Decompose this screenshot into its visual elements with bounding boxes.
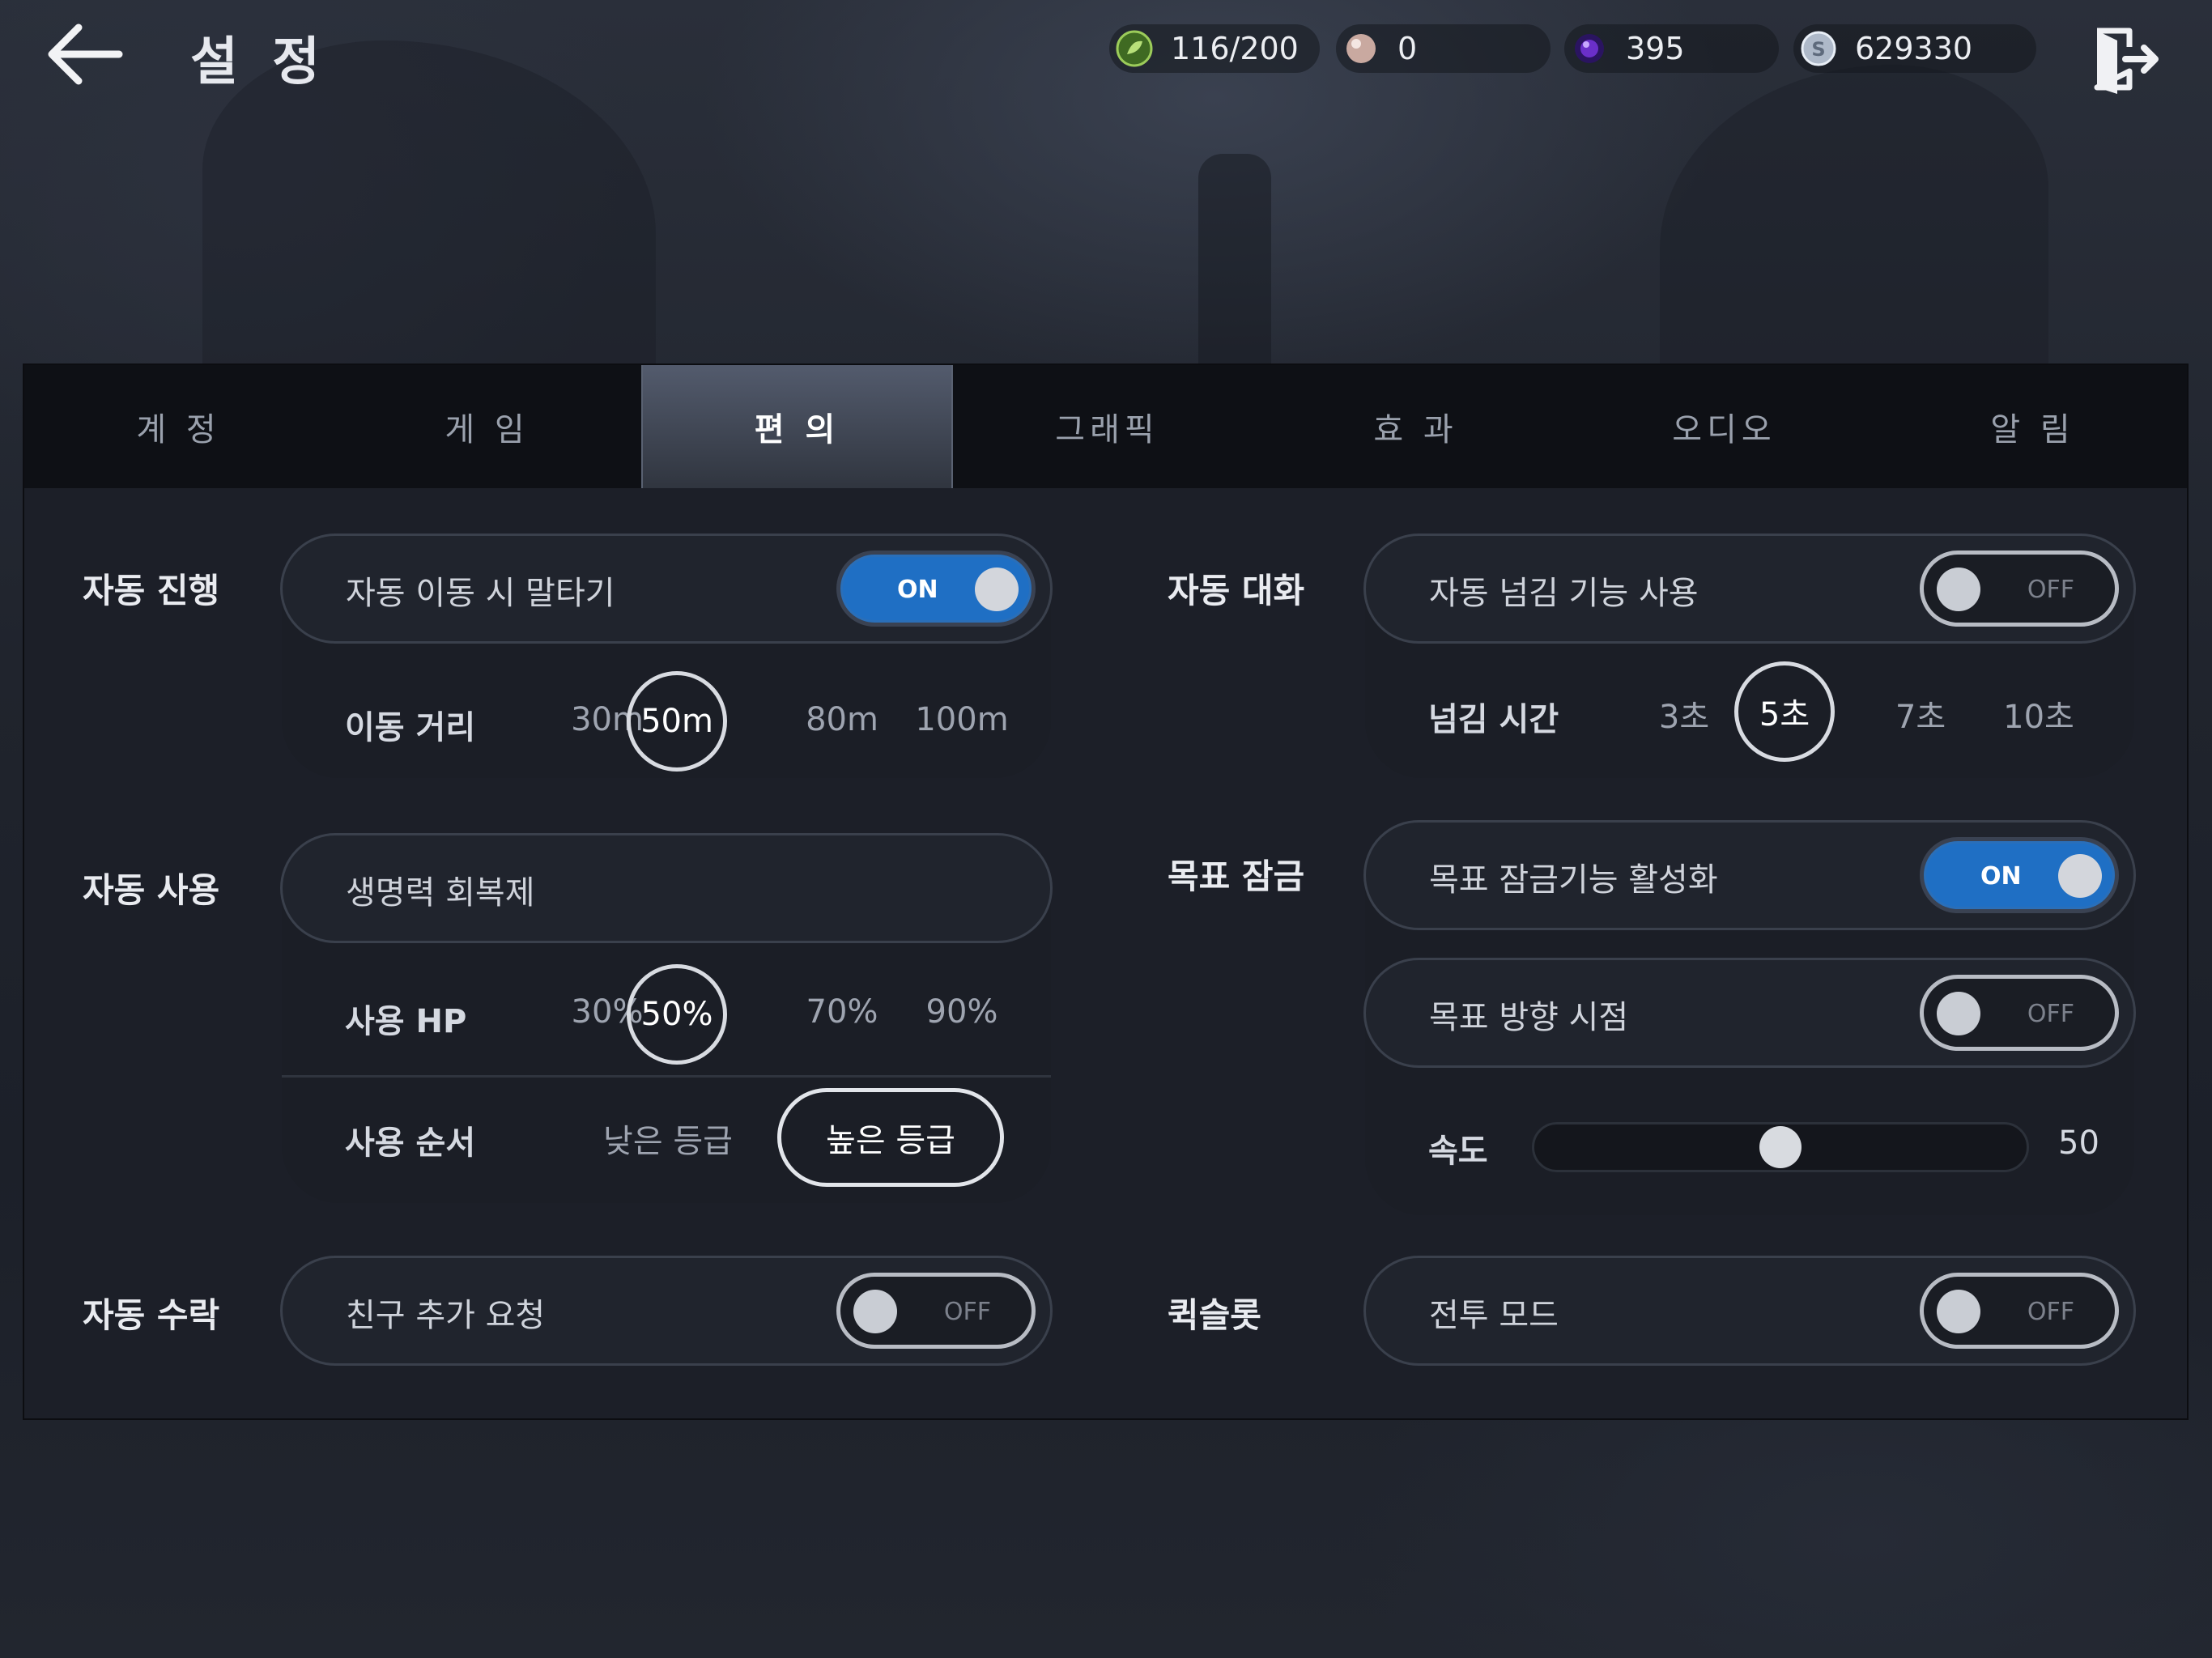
tab-bar: 계 정 게 임 편 의 그래픽 효 과 오디오 알 림	[24, 365, 2187, 488]
distance-option-100m[interactable]: 100m	[913, 701, 1010, 738]
svg-text:S: S	[1811, 38, 1825, 61]
potion-item-label: 생명력 회복제	[346, 874, 535, 912]
currency-value: 116/200	[1171, 31, 1299, 66]
order-option-low[interactable]: 낮은 등급	[575, 1115, 761, 1162]
row-divider	[282, 1075, 1051, 1078]
section-label-auto-use: 자동 사용	[83, 870, 220, 910]
toggle-knob	[853, 1290, 897, 1333]
toggle-knob	[1937, 992, 1980, 1035]
time-option-5s-selected[interactable]: 5초	[1734, 661, 1835, 762]
currency-value: 629330	[1855, 31, 1973, 66]
mount-label: 자동 이동 시 말타기	[346, 575, 615, 612]
currency-value: 0	[1397, 31, 1418, 66]
section-label-auto-accept: 자동 수락	[83, 1295, 220, 1335]
tab-account[interactable]: 계 정	[24, 365, 333, 488]
hp-option-70[interactable]: 70%	[793, 993, 891, 1031]
battle-mode-row: 전투 모드 OFF	[1363, 1256, 2136, 1366]
tab-convenience[interactable]: 편 의	[641, 365, 953, 488]
back-arrow-icon	[48, 23, 123, 85]
exit-door-icon	[2094, 28, 2159, 94]
silver-coin-icon: S	[1801, 31, 1836, 66]
toggle-state-label: OFF	[2027, 576, 2074, 604]
toggle-state-label: OFF	[2027, 1298, 2074, 1326]
distance-option-50m-selected[interactable]: 50m	[627, 671, 727, 772]
target-view-label: 목표 방향 시점	[1429, 999, 1629, 1036]
mount-toggle[interactable]: ON	[836, 551, 1036, 627]
time-option-7s[interactable]: 7초	[1872, 691, 1969, 738]
distance-label: 이동 거리	[345, 709, 476, 746]
speed-value: 50	[2058, 1124, 2099, 1162]
back-button[interactable]	[42, 18, 131, 91]
skip-time-label: 넘김 시간	[1428, 701, 1559, 738]
hp-label: 사용 HP	[345, 1003, 467, 1040]
friend-request-toggle[interactable]: OFF	[836, 1273, 1036, 1349]
speed-label: 속도	[1428, 1133, 1488, 1170]
leaf-emblem-icon	[1116, 30, 1153, 67]
currency-silver: S 629330	[1793, 24, 2036, 73]
page-title: 설 정	[190, 32, 329, 92]
toggle-knob	[1937, 1290, 1980, 1333]
tab-game[interactable]: 게 임	[333, 365, 641, 488]
mount-setting-row: 자동 이동 시 말타기 ON	[280, 534, 1053, 644]
distance-option-80m[interactable]: 80m	[793, 701, 891, 738]
section-label-auto-progress: 자동 진행	[83, 571, 220, 610]
friend-request-label: 친구 추가 요청	[346, 1297, 546, 1334]
toggle-state-label: ON	[897, 576, 938, 604]
potion-item-row[interactable]: 생명력 회복제	[280, 833, 1053, 943]
toggle-knob	[975, 568, 1019, 611]
time-option-10s[interactable]: 10초	[1990, 691, 2087, 738]
target-lock-toggle[interactable]: ON	[1920, 837, 2119, 913]
speed-slider-thumb[interactable]	[1759, 1126, 1802, 1168]
currency-stamina: 116/200	[1109, 24, 1320, 73]
currency-gem: 395	[1564, 24, 1779, 73]
section-label-auto-dialog: 자동 대화	[1168, 571, 1305, 610]
battle-mode-toggle[interactable]: OFF	[1920, 1273, 2119, 1349]
section-label-quick-slot: 퀵슬롯	[1168, 1295, 1261, 1335]
exit-button[interactable]	[2089, 23, 2162, 96]
target-lock-label: 목표 잠금기능 활성화	[1429, 861, 1718, 899]
hp-option-50-selected[interactable]: 50%	[627, 964, 727, 1065]
auto-skip-row: 자동 넘김 기능 사용 OFF	[1363, 534, 2136, 644]
target-view-row: 목표 방향 시점 OFF	[1363, 958, 2136, 1068]
background-tree	[1660, 65, 2048, 372]
purple-gem-icon	[1575, 34, 1604, 63]
toggle-state-label: OFF	[943, 1298, 991, 1326]
toggle-state-label: ON	[1980, 862, 2022, 891]
order-option-high-selected[interactable]: 높은 등급	[777, 1088, 1004, 1187]
use-order-label: 사용 순서	[345, 1124, 476, 1162]
target-lock-row: 목표 잠금기능 활성화 ON	[1363, 820, 2136, 930]
currency-value: 395	[1626, 31, 1685, 66]
background-rock	[1198, 154, 1271, 364]
toggle-state-label: OFF	[2027, 1000, 2074, 1028]
tab-notifications[interactable]: 알 림	[1878, 365, 2187, 488]
tab-audio[interactable]: 오디오	[1570, 365, 1878, 488]
settings-panel: 계 정 게 임 편 의 그래픽 효 과 오디오 알 림 자동 진행 자동 이동 …	[23, 363, 2189, 1420]
tab-graphics[interactable]: 그래픽	[953, 365, 1261, 488]
toggle-knob	[1937, 568, 1980, 611]
battle-mode-label: 전투 모드	[1429, 1297, 1559, 1334]
section-label-target-lock: 목표 잠금	[1168, 857, 1305, 896]
toggle-knob	[2058, 854, 2102, 898]
pearl-icon	[1346, 34, 1376, 63]
tab-effects[interactable]: 효 과	[1261, 365, 1570, 488]
target-view-toggle[interactable]: OFF	[1920, 975, 2119, 1051]
time-option-3s[interactable]: 3초	[1636, 691, 1733, 738]
hp-option-90[interactable]: 90%	[913, 993, 1010, 1031]
auto-skip-label: 자동 넘김 기능 사용	[1429, 575, 1699, 612]
currency-pearl: 0	[1336, 24, 1551, 73]
auto-skip-toggle[interactable]: OFF	[1920, 551, 2119, 627]
friend-request-row: 친구 추가 요청 OFF	[280, 1256, 1053, 1366]
